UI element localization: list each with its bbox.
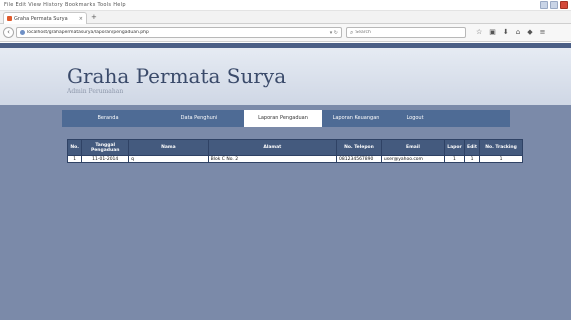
browser-title-bar: File Edit View History Bookmarks Tools H… xyxy=(0,0,571,11)
search-bar[interactable]: ⌕ xyxy=(346,27,466,38)
col-header-telepon: No. Telepon xyxy=(336,139,382,156)
nav-beranda[interactable]: Beranda xyxy=(62,110,154,127)
bookmark-star-icon[interactable]: ☆ xyxy=(476,28,482,36)
cell-lapor[interactable]: 1 xyxy=(444,155,465,163)
site-nav: Beranda Data Penghuni Laporan Pengaduan … xyxy=(62,110,510,127)
cell-tracking: 1 xyxy=(479,155,523,163)
browser-menu[interactable]: File Edit View History Bookmarks Tools H… xyxy=(4,2,126,8)
address-bar[interactable]: localhost/grahapermatasurya/laporan/peng… xyxy=(16,27,342,38)
search-icon: ⌕ xyxy=(350,28,354,36)
favicon-icon xyxy=(7,16,12,21)
close-window-button[interactable] xyxy=(560,1,568,9)
browser-toolbar: ‹ localhost/grahapermatasurya/laporan/pe… xyxy=(0,24,571,42)
bookmarks-menu-icon[interactable]: ▣ xyxy=(489,28,496,36)
col-header-tanggal: Tanggal Pengaduan xyxy=(81,139,130,156)
minimize-button[interactable] xyxy=(540,1,548,9)
cell-tanggal: 11-01-2014 xyxy=(81,155,130,163)
site-subtitle: Admin Perumahan xyxy=(67,88,124,95)
col-header-edit: Edit xyxy=(463,139,481,156)
nav-laporan-keuangan[interactable]: Laporan Keuangan xyxy=(322,110,390,127)
back-button[interactable]: ‹ xyxy=(3,27,14,38)
maximize-button[interactable] xyxy=(550,1,558,9)
tab-strip: Graha Permata Surya × + xyxy=(0,11,571,24)
search-input[interactable] xyxy=(355,30,456,35)
col-header-email: Email xyxy=(380,139,446,156)
toolbar-icons: ☆ ▣ ⬇ ⌂ ◆ ≡ xyxy=(476,28,546,36)
col-header-tracking: No. Tracking xyxy=(479,139,523,156)
browser-tab[interactable]: Graha Permata Surya × xyxy=(3,12,87,24)
nav-laporan-pengaduan[interactable]: Laporan Pengaduan xyxy=(244,110,322,127)
nav-data-penghuni[interactable]: Data Penghuni xyxy=(154,110,244,127)
home-icon[interactable]: ⌂ xyxy=(516,28,520,36)
nav-logout[interactable]: Logout xyxy=(390,110,440,127)
table-row: 1 11-01-2014 q Blok C No. 2 081234567890… xyxy=(66,155,523,163)
cell-edit[interactable]: 1 xyxy=(463,155,481,163)
site-title: Graha Permata Surya xyxy=(67,64,287,88)
col-header-lapor: Lapor xyxy=(444,139,465,156)
site-header: Graha Permata Surya Admin Perumahan xyxy=(0,43,571,105)
content-area: No. Tanggal Pengaduan Nama Alamat No. Te… xyxy=(62,127,523,320)
tab-close-icon[interactable]: × xyxy=(79,16,83,22)
cell-alamat: Blok C No. 2 xyxy=(207,155,338,163)
new-tab-icon[interactable]: + xyxy=(91,13,97,21)
col-header-alamat: Alamat xyxy=(207,139,338,156)
complaint-table: No. Tanggal Pengaduan Nama Alamat No. Te… xyxy=(66,139,523,163)
reload-icon[interactable]: ▾ ↻ xyxy=(330,30,338,36)
table-header-row: No. Tanggal Pengaduan Nama Alamat No. Te… xyxy=(66,139,523,156)
cell-nama: q xyxy=(128,155,209,163)
site-identity-icon[interactable] xyxy=(20,30,25,35)
page-viewport: Graha Permata Surya Admin Perumahan Bera… xyxy=(0,43,571,320)
window-controls xyxy=(540,1,568,9)
col-header-no: No. xyxy=(66,139,83,156)
menu-icon[interactable]: ≡ xyxy=(540,28,546,36)
tab-title: Graha Permata Surya xyxy=(14,15,68,22)
cell-telepon: 081234567890 xyxy=(336,155,382,163)
cell-no: 1 xyxy=(66,155,83,163)
addons-icon[interactable]: ◆ xyxy=(527,28,532,36)
downloads-icon[interactable]: ⬇ xyxy=(503,28,509,36)
cell-email: user@yahoo.com xyxy=(380,155,446,163)
url-text[interactable]: localhost/grahapermatasurya/laporan/peng… xyxy=(27,30,326,35)
col-header-nama: Nama xyxy=(128,139,209,156)
